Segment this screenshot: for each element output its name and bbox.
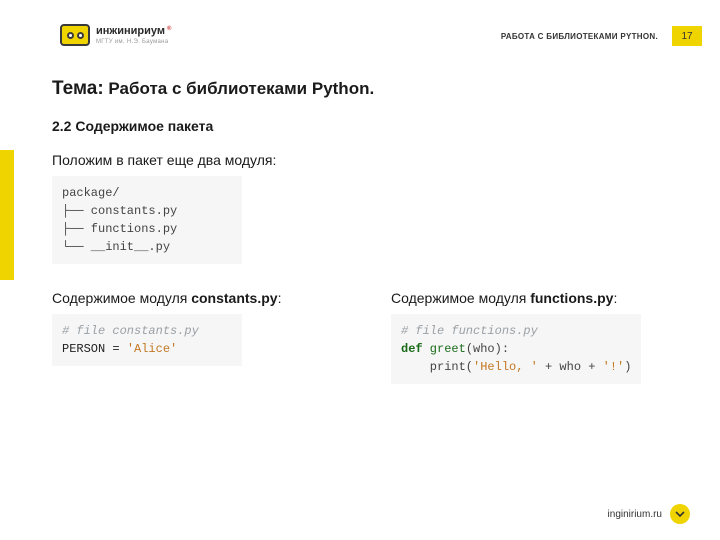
functions-code: # file functions.py def greet(who): prin… — [391, 314, 641, 384]
functions-label: Содержимое модуля functions.py: — [391, 290, 690, 306]
topic-text: Работа с библиотеками Python. — [104, 79, 375, 98]
slide-content: Тема: Работа с библиотеками Python. 2.2 … — [52, 78, 690, 384]
brand-logo: инжинириум® МГТУ им. Н.Э. Баумана — [60, 24, 171, 46]
package-tree-code: package/ ├── constants.py ├── functions.… — [52, 176, 242, 264]
page-number-badge: 17 — [672, 26, 702, 46]
brand-subtitle: МГТУ им. Н.Э. Баумана — [96, 39, 171, 45]
header: инжинириум® МГТУ им. Н.Э. Баумана РАБОТА… — [0, 0, 720, 60]
side-accent — [0, 150, 14, 280]
topic-heading: Тема: Работа с библиотеками Python. — [52, 78, 690, 100]
owl-icon — [60, 24, 90, 46]
section-heading: 2.2 Содержимое пакета — [52, 118, 690, 134]
topic-prefix: Тема: — [52, 78, 104, 99]
constants-code: # file constants.py PERSON = 'Alice' — [52, 314, 242, 366]
constants-column: Содержимое модуля constants.py: # file c… — [52, 290, 351, 384]
functions-column: Содержимое модуля functions.py: # file f… — [391, 290, 690, 384]
chevron-down-icon — [670, 504, 690, 524]
registered-mark: ® — [167, 26, 171, 32]
intro-paragraph: Положим в пакет еще два модуля: — [52, 152, 690, 168]
running-title: РАБОТА С БИБЛИОТЕКАМИ PYTHON. — [501, 32, 658, 41]
constants-label: Содержимое модуля constants.py: — [52, 290, 351, 306]
footer-site: inginirium.ru — [608, 509, 662, 520]
brand-name: инжинириум — [96, 25, 165, 37]
footer: inginirium.ru — [608, 504, 690, 524]
